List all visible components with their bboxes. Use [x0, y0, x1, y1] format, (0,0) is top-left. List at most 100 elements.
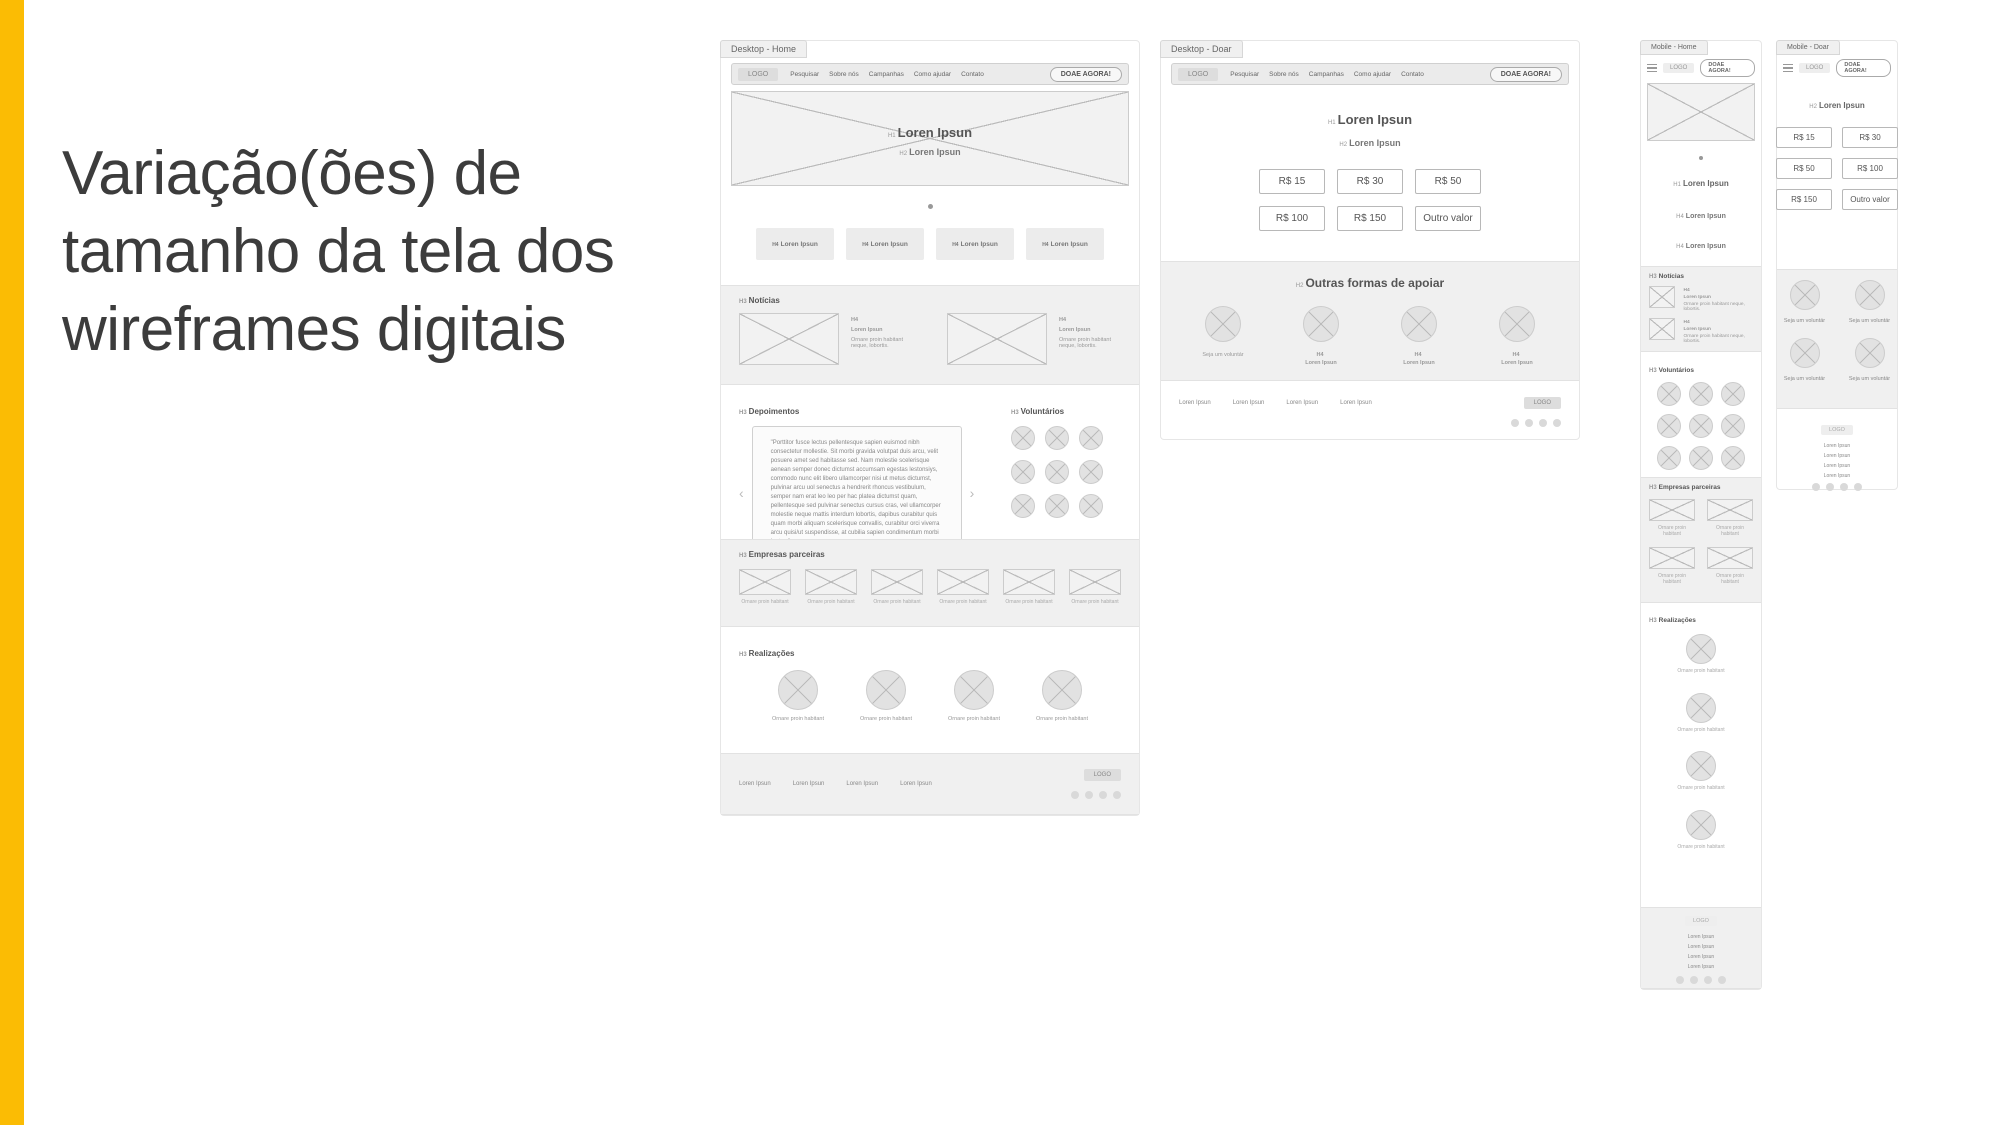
footer-link[interactable]: Loren Ipsun	[1785, 463, 1889, 469]
footer-link[interactable]: Loren Ipsun	[1785, 473, 1889, 479]
social-icon[interactable]	[1840, 483, 1848, 491]
real-item[interactable]: Ornare proin habitant	[1649, 634, 1753, 675]
footer-link[interactable]: Loren Ipsun	[1649, 934, 1753, 940]
social-icon[interactable]	[1826, 483, 1834, 491]
avatar[interactable]	[1689, 414, 1713, 438]
amount-button[interactable]: R$ 50	[1776, 158, 1832, 179]
social-icon[interactable]	[1113, 791, 1121, 799]
prev-arrow[interactable]: ‹	[739, 485, 744, 501]
news-item[interactable]: H4Loren Ipsun Ornare proin habitant nequ…	[947, 313, 1129, 365]
logo[interactable]: LOGO	[1663, 63, 1694, 73]
footer-link[interactable]: Loren Ipsun	[1233, 400, 1265, 406]
real-item[interactable]: Ornare proin habitant	[1649, 751, 1753, 792]
footer-link[interactable]: Loren Ipsun	[1286, 400, 1318, 406]
donate-cta[interactable]: DOAE AGORA!	[1836, 59, 1891, 77]
nav-item[interactable]: Como ajudar	[1354, 71, 1391, 78]
footer-link[interactable]: Loren Ipsun	[1785, 453, 1889, 459]
support-item[interactable]: Seja um voluntár	[1783, 280, 1826, 324]
social-icon[interactable]	[1539, 419, 1547, 427]
avatar[interactable]	[1079, 460, 1103, 484]
feature-card[interactable]: H4Loren Ipsun	[846, 228, 924, 260]
menu-icon[interactable]	[1783, 64, 1793, 73]
social-icon[interactable]	[1704, 976, 1712, 984]
partner-item[interactable]: Ornare proin habitant	[1069, 569, 1121, 605]
footer-link[interactable]: Loren Ipsun	[793, 781, 825, 787]
avatar[interactable]	[1657, 446, 1681, 470]
social-icon[interactable]	[1690, 976, 1698, 984]
amount-button[interactable]: R$ 150	[1337, 206, 1403, 231]
social-icon[interactable]	[1676, 976, 1684, 984]
nav-item[interactable]: Campanhas	[1309, 71, 1344, 78]
partner-item[interactable]: Ornare proin habitant	[871, 569, 923, 605]
amount-button[interactable]: R$ 30	[1842, 127, 1898, 148]
nav-item[interactable]: Pesquisar	[1230, 71, 1259, 78]
real-item[interactable]: Ornare proin habitant	[1649, 810, 1753, 851]
feature-item[interactable]: H4Loren Ipsun	[1647, 235, 1755, 253]
feature-card[interactable]: H4Loren Ipsun	[756, 228, 834, 260]
social-icon[interactable]	[1854, 483, 1862, 491]
support-item[interactable]: H4Loren Ipsun	[1384, 306, 1454, 366]
real-item[interactable]: Ornare proin habitant	[1649, 693, 1753, 734]
nav-item[interactable]: Como ajudar	[914, 71, 951, 78]
footer-logo[interactable]: LOGO	[1524, 397, 1561, 409]
avatar[interactable]	[1045, 460, 1069, 484]
real-item[interactable]: Ornare proin habitant	[856, 670, 916, 723]
amount-button[interactable]: R$ 15	[1776, 127, 1832, 148]
donate-cta[interactable]: DOAE AGORA!	[1490, 67, 1562, 82]
nav-item[interactable]: Campanhas	[869, 71, 904, 78]
avatar[interactable]	[1079, 426, 1103, 450]
social-icon[interactable]	[1525, 419, 1533, 427]
avatar[interactable]	[1721, 382, 1745, 406]
partner-item[interactable]: Ornare proin habitant	[1649, 499, 1695, 537]
footer-link[interactable]: Loren Ipsun	[900, 781, 932, 787]
support-item[interactable]: H4Loren Ipsun	[1286, 306, 1356, 366]
news-item[interactable]: H4Loren IpsunOrnare proin habitant neque…	[1649, 318, 1753, 344]
amount-button[interactable]: R$ 30	[1337, 169, 1403, 194]
avatar[interactable]	[1011, 426, 1035, 450]
avatar[interactable]	[1689, 446, 1713, 470]
amount-button[interactable]: R$ 15	[1259, 169, 1325, 194]
social-icon[interactable]	[1553, 419, 1561, 427]
amount-button[interactable]: R$ 100	[1842, 158, 1898, 179]
partner-item[interactable]: Ornare proin habitant	[1707, 499, 1753, 537]
partner-item[interactable]: Ornare proin habitant	[1649, 547, 1695, 585]
real-item[interactable]: Ornare proin habitant	[1032, 670, 1092, 723]
partner-item[interactable]: Ornare proin habitant	[739, 569, 791, 605]
avatar[interactable]	[1045, 426, 1069, 450]
social-icon[interactable]	[1085, 791, 1093, 799]
social-icon[interactable]	[1071, 791, 1079, 799]
avatar[interactable]	[1721, 414, 1745, 438]
partner-item[interactable]: Ornare proin habitant	[937, 569, 989, 605]
social-icon[interactable]	[1099, 791, 1107, 799]
donate-cta[interactable]: DOAE AGORA!	[1700, 59, 1755, 77]
feature-card[interactable]: H4Loren Ipsun	[936, 228, 1014, 260]
support-item[interactable]: Seja um voluntár	[1848, 280, 1891, 324]
footer-link[interactable]: Loren Ipsun	[1179, 400, 1211, 406]
nav-item[interactable]: Contato	[961, 71, 984, 78]
avatar[interactable]	[1079, 494, 1103, 518]
nav-item[interactable]: Sobre nós	[1269, 71, 1299, 78]
footer-link[interactable]: Loren Ipsun	[1649, 964, 1753, 970]
support-item[interactable]: Seja um voluntár	[1188, 306, 1258, 366]
footer-link[interactable]: Loren Ipsun	[1785, 443, 1889, 449]
next-arrow[interactable]: ›	[970, 485, 975, 501]
donate-cta[interactable]: DOAE AGORA!	[1050, 67, 1122, 82]
amount-button[interactable]: R$ 150	[1776, 189, 1832, 210]
social-icon[interactable]	[1511, 419, 1519, 427]
avatar[interactable]	[1657, 414, 1681, 438]
amount-button[interactable]: Outro valor	[1415, 206, 1481, 231]
news-item[interactable]: H4Loren Ipsun Ornare proin habitant nequ…	[739, 313, 921, 365]
footer-link[interactable]: Loren Ipsun	[1340, 400, 1372, 406]
nav-item[interactable]: Contato	[1401, 71, 1424, 78]
news-item[interactable]: H4Loren IpsunOrnare proin habitant neque…	[1649, 286, 1753, 312]
avatar[interactable]	[1721, 446, 1745, 470]
footer-link[interactable]: Loren Ipsun	[739, 781, 771, 787]
avatar[interactable]	[1011, 460, 1035, 484]
logo[interactable]: LOGO	[738, 68, 778, 81]
real-item[interactable]: Ornare proin habitant	[944, 670, 1004, 723]
logo[interactable]: LOGO	[1178, 68, 1218, 81]
amount-button[interactable]: Outro valor	[1842, 189, 1898, 210]
feature-item[interactable]: H4Loren Ipsun	[1647, 205, 1755, 223]
real-item[interactable]: Ornare proin habitant	[768, 670, 828, 723]
social-icon[interactable]	[1812, 483, 1820, 491]
